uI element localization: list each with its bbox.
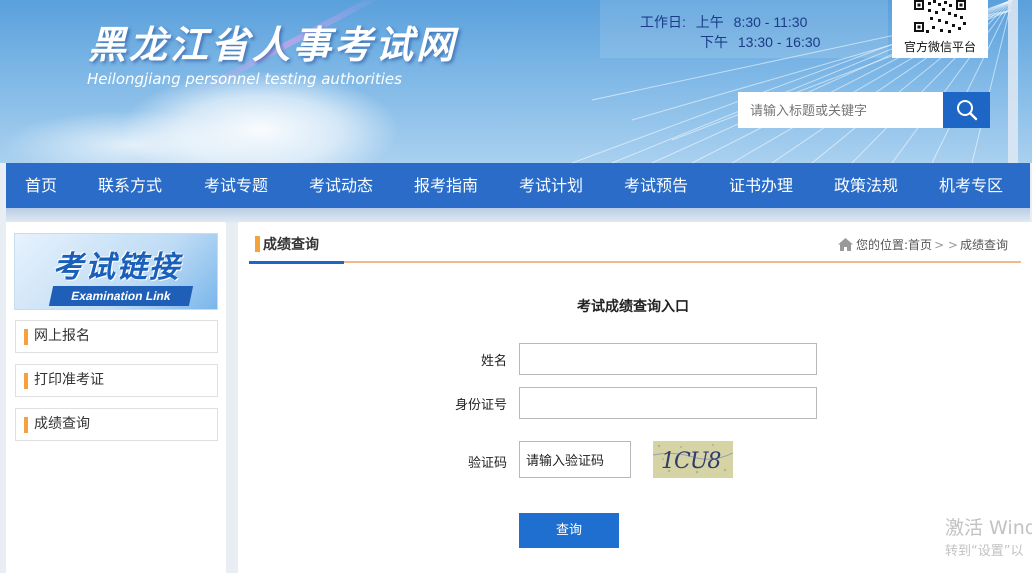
breadcrumb: 您的位置: 首页 > > 成绩查询 <box>838 236 1008 253</box>
name-input[interactable] <box>519 343 817 375</box>
sidebar-link-score-query[interactable]: 成绩查询 <box>15 408 218 441</box>
site-header: 黑龙江省人事考试网 Heilongjiang personnel testing… <box>0 0 1032 163</box>
search-icon <box>956 100 977 121</box>
captcha-label: 验证码 <box>467 456 507 471</box>
breadcrumb-current[interactable]: 成绩查询 <box>960 236 1008 253</box>
nav-item-computer-exam[interactable]: 机考专区 <box>918 163 1024 208</box>
sidebar-link-label: 成绩查询 <box>34 416 90 432</box>
hours-am-label: 上午 <box>695 14 724 30</box>
banner-title-en: Examination Link <box>48 286 194 306</box>
section-title-marker <box>255 236 260 252</box>
qr-code-icon <box>902 0 978 34</box>
nav-item-exam-plan[interactable]: 考试计划 <box>498 163 604 208</box>
nav-item-contact[interactable]: 联系方式 <box>76 163 184 208</box>
nav-item-certificate[interactable]: 证书办理 <box>708 163 814 208</box>
search-input[interactable] <box>738 92 943 128</box>
nav-item-policy[interactable]: 政策法规 <box>814 163 918 208</box>
query-button[interactable]: 查询 <box>519 513 619 548</box>
exam-link-banner: 考试链接 Examination Link <box>14 233 218 310</box>
nav-item-exam-news[interactable]: 考试动态 <box>288 163 394 208</box>
search-box <box>738 92 990 128</box>
nav-item-guide[interactable]: 报考指南 <box>394 163 498 208</box>
section-title-underline <box>249 261 344 264</box>
name-label: 姓名 <box>480 354 507 369</box>
breadcrumb-prefix: 您的位置: <box>856 238 909 252</box>
captcha-image[interactable]: 1CU8 <box>653 441 733 478</box>
breadcrumb-separator: > > <box>934 237 958 252</box>
nav-item-exam-topics[interactable]: 考试专题 <box>184 163 288 208</box>
sidebar-link-print-admission[interactable]: 打印准考证 <box>15 364 218 397</box>
working-hours-am: 工作日: 上午 8:30 - 11:30 <box>640 12 813 32</box>
main-nav: 首页 联系方式 考试专题 考试动态 报考指南 考试计划 考试预告 证书办理 政策… <box>6 163 1030 208</box>
section-title: 成绩查询 <box>263 237 319 253</box>
captcha-text: 1CU8 <box>661 449 721 474</box>
home-icon <box>838 238 853 251</box>
search-button[interactable] <box>943 92 990 128</box>
banner-title-cn: 考试链接 <box>53 250 181 285</box>
nav-item-home[interactable]: 首页 <box>6 163 76 208</box>
sidebar-link-marker <box>24 329 28 345</box>
sidebar-link-marker <box>24 373 28 389</box>
captcha-input[interactable] <box>519 441 631 478</box>
id-number-input[interactable] <box>519 387 817 419</box>
hours-am-time: 8:30 - 11:30 <box>733 14 808 30</box>
breadcrumb-home-link[interactable]: 首页 <box>908 236 932 253</box>
hours-label: 工作日: <box>640 14 686 30</box>
nav-item-exam-notice[interactable]: 考试预告 <box>604 163 708 208</box>
hours-pm-label: 下午 <box>700 34 728 50</box>
activation-watermark-title: 激活 Wind <box>945 517 1032 539</box>
qr-label: 官方微信平台 <box>903 40 976 54</box>
form-title: 考试成绩查询入口 <box>577 299 689 315</box>
activation-watermark-subtitle: 转到“设置”以 <box>945 544 1024 559</box>
sidebar-link-online-registration[interactable]: 网上报名 <box>15 320 218 353</box>
wechat-qr-panel: 官方微信平台 <box>892 0 988 58</box>
site-logo-en: Heilongjiang personnel testing authoriti… <box>87 70 402 88</box>
header-cloud-secondary <box>0 110 260 163</box>
hours-pm-time: 13:30 - 16:30 <box>737 34 821 50</box>
sidebar-link-label: 网上报名 <box>34 328 90 344</box>
working-hours-pm: 下午 13:30 - 16:30 <box>700 32 826 52</box>
id-number-label: 身份证号 <box>454 398 507 413</box>
site-logo-cn[interactable]: 黑龙江省人事考试网 <box>88 14 457 69</box>
sidebar-link-label: 打印准考证 <box>34 372 104 388</box>
sidebar-link-marker <box>24 417 28 433</box>
captcha-graphic: 1CU8 <box>653 441 733 478</box>
